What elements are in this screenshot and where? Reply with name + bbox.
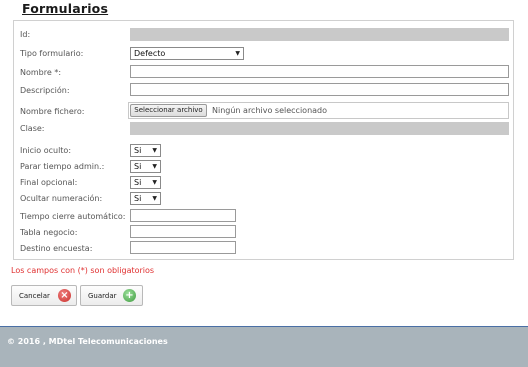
form-container: [13, 20, 514, 260]
chevron-down-icon: ▼: [235, 50, 240, 57]
label-tabla-negocio: Tabla negocio:: [20, 228, 78, 237]
label-nombre-fichero: Nombre fichero:: [20, 107, 85, 116]
tipo-formulario-select[interactable]: Defecto ▼: [130, 47, 244, 60]
ocultar-numeracion-value: Si: [134, 194, 142, 203]
cancel-button-label: Cancelar: [19, 292, 50, 300]
chevron-down-icon: ▼: [152, 147, 157, 154]
tipo-formulario-value: Defecto: [134, 49, 166, 58]
required-fields-note: Los campos con (*) son obligatorios: [11, 266, 155, 275]
select-file-button[interactable]: Seleccionar archivo: [130, 104, 207, 117]
chevron-down-icon: ▼: [152, 163, 157, 170]
parar-tiempo-value: Si: [134, 162, 142, 171]
label-final-opcional: Final opcional:: [20, 178, 78, 187]
descripcion-field[interactable]: [130, 83, 509, 96]
save-button-label: Guardar: [88, 292, 117, 300]
label-tipo-formulario: Tipo formulario:: [20, 49, 84, 58]
final-opcional-value: Si: [134, 178, 142, 187]
inicio-oculto-value: Si: [134, 146, 142, 155]
ocultar-numeracion-select[interactable]: Si ▼: [130, 192, 161, 205]
nombre-field[interactable]: [130, 65, 509, 78]
final-opcional-select[interactable]: Si ▼: [130, 176, 161, 189]
chevron-down-icon: ▼: [152, 195, 157, 202]
footer-copyright: © 2016 , MDtel Telecomunicaciones: [7, 337, 168, 346]
label-descripcion: Descripción:: [20, 86, 70, 95]
tiempo-cierre-field[interactable]: [130, 209, 236, 222]
id-field: [130, 28, 509, 41]
file-status-text: Ningún archivo seleccionado: [212, 106, 328, 115]
footer: © 2016 , MDtel Telecomunicaciones: [0, 326, 528, 367]
destino-encuesta-field[interactable]: [130, 241, 236, 254]
clase-field: [130, 122, 509, 135]
label-ocultar-numeracion: Ocultar numeración:: [20, 194, 103, 203]
label-inicio-oculto: Inicio oculto:: [20, 146, 72, 155]
chevron-down-icon: ▼: [152, 179, 157, 186]
cancel-button[interactable]: Cancelar ×: [11, 285, 77, 306]
close-icon: ×: [58, 289, 71, 302]
label-tiempo-cierre: Tiempo cierre automático:: [20, 212, 126, 221]
plus-icon: +: [123, 289, 136, 302]
label-id: Id:: [20, 30, 31, 39]
label-destino-encuesta: Destino encuesta:: [20, 244, 93, 253]
tabla-negocio-field[interactable]: [130, 225, 236, 238]
label-nombre: Nombre *:: [20, 68, 62, 77]
inicio-oculto-select[interactable]: Si ▼: [130, 144, 161, 157]
label-clase: Clase:: [20, 124, 45, 133]
parar-tiempo-select[interactable]: Si ▼: [130, 160, 161, 173]
save-button[interactable]: Guardar +: [80, 285, 143, 306]
page-title: Formularios: [22, 1, 109, 16]
label-parar-tiempo: Parar tiempo admin.:: [20, 162, 105, 171]
